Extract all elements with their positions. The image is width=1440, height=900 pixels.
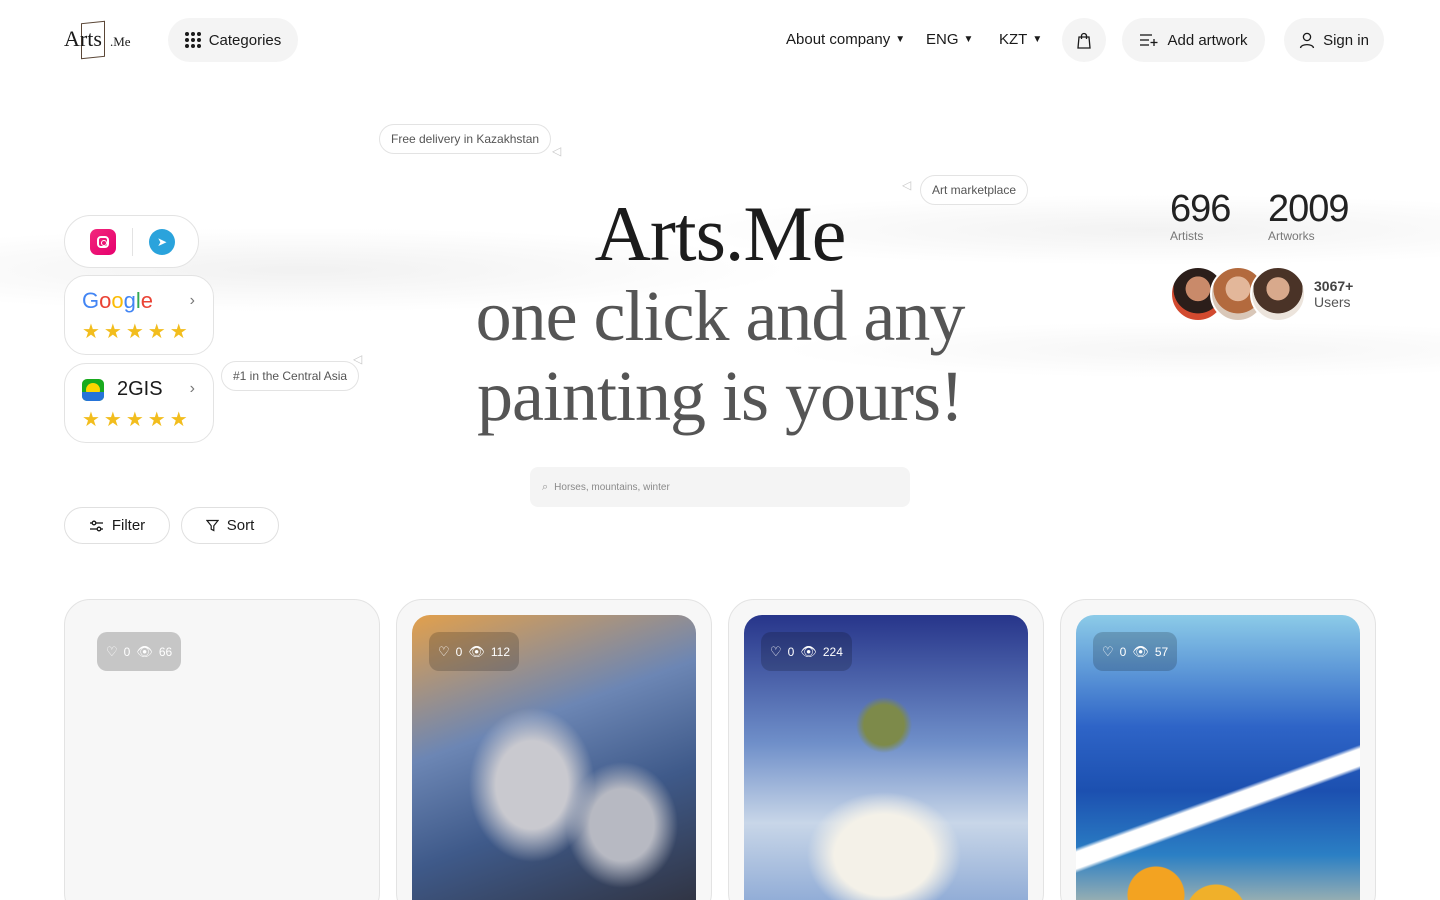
chevron-right-icon: ›: [189, 292, 195, 309]
chevron-right-icon: ›: [189, 380, 195, 397]
heart-icon[interactable]: ♡: [770, 644, 782, 660]
artworks-stat: 2009 Artworks: [1268, 188, 1350, 243]
filter-button[interactable]: Filter: [64, 507, 170, 544]
site-logo[interactable]: Arts .Me: [64, 20, 134, 60]
star-rating: ★★★★★: [82, 409, 192, 431]
google-rating-card[interactable]: Google › ★★★★★: [64, 275, 214, 355]
paper-plane-icon: ◁: [353, 352, 363, 366]
user-avatars: [1170, 266, 1310, 322]
artwork-card[interactable]: ♡ 0 👁︎ 112: [396, 599, 712, 900]
heart-icon[interactable]: ♡: [438, 644, 450, 660]
funnel-icon: [205, 519, 219, 532]
free-delivery-tag: Free delivery in Kazakhstan: [379, 124, 552, 154]
caret-down-icon: ▼: [963, 34, 974, 45]
user-icon: [1299, 32, 1315, 48]
2gis-rating-card[interactable]: 2GIS › ★★★★★: [64, 363, 214, 443]
grid-icon: [184, 32, 201, 48]
currency-select[interactable]: KZT ▼: [999, 31, 1042, 48]
views-count: 224: [822, 644, 843, 659]
artwork-card[interactable]: ♡ 0 👁︎ 57: [1060, 599, 1376, 900]
views-count: 112: [490, 644, 510, 659]
paper-plane-icon: ◁: [552, 144, 562, 158]
users-label: Users: [1314, 294, 1351, 310]
eye-icon: 👁︎: [136, 643, 153, 659]
artwork-card[interactable]: ♡ 0 👁︎ 66: [64, 599, 380, 900]
search-input[interactable]: [554, 481, 875, 493]
users-count: 3067+: [1314, 278, 1354, 294]
hero-heading: Arts.Me one click and any painting is yo…: [420, 190, 1020, 437]
artwork-card[interactable]: ♡ 0 👁︎ 224: [728, 599, 1044, 900]
add-artwork-button[interactable]: Add artwork: [1122, 18, 1265, 62]
add-list-icon: [1140, 34, 1158, 46]
likes-count: 0: [123, 644, 131, 659]
social-links: ➤: [64, 215, 199, 268]
central-asia-text: #1 in the Central Asia: [233, 369, 348, 383]
star-rating: ★★★★★: [82, 321, 192, 343]
views-count: 66: [158, 644, 173, 659]
card-stats: ♡ 0 👁︎ 66: [97, 632, 182, 671]
sliders-icon: [89, 520, 103, 531]
language-select[interactable]: ENG ▼: [926, 31, 973, 48]
filter-label: Filter: [111, 517, 146, 534]
divider: [132, 228, 133, 256]
eye-icon: 👁︎: [1132, 643, 1149, 659]
logo-text: Arts: [64, 26, 102, 51]
2gis-name: 2GIS: [117, 378, 163, 400]
likes-count: 0: [1119, 644, 1127, 659]
hero-subtitle-line1: one click and any: [475, 276, 966, 356]
views-count: 57: [1154, 644, 1169, 659]
central-asia-tag: #1 in the Central Asia: [221, 361, 360, 391]
logo-suffix: .Me: [110, 34, 131, 49]
search-bar[interactable]: ⌕: [530, 467, 910, 507]
sort-button[interactable]: Sort: [181, 507, 279, 544]
language-label: ENG: [926, 31, 959, 48]
caret-down-icon: ▼: [1032, 34, 1043, 45]
google-logo: Google: [82, 288, 154, 313]
sign-in-button[interactable]: Sign in: [1284, 18, 1384, 62]
telegram-icon[interactable]: ➤: [149, 229, 175, 255]
heart-icon[interactable]: ♡: [106, 644, 118, 660]
hero-subtitle-line2: painting is yours!: [477, 356, 964, 436]
avatar: [1250, 266, 1306, 322]
paper-plane-icon: ◁: [902, 178, 912, 192]
likes-count: 0: [787, 644, 795, 659]
cart-button[interactable]: [1062, 18, 1106, 62]
shopping-bag-icon: [1077, 32, 1091, 49]
instagram-icon[interactable]: [90, 229, 116, 255]
categories-button[interactable]: Categories: [168, 18, 298, 62]
artists-stat: 696 Artists: [1170, 188, 1231, 243]
2gis-icon: [82, 379, 104, 401]
users-stat: 3067+ Users: [1314, 278, 1353, 310]
artists-label: Artists: [1170, 229, 1204, 243]
currency-label: KZT: [999, 31, 1028, 48]
artists-count: 696: [1170, 188, 1231, 230]
card-stats: ♡ 0 👁︎ 224: [761, 632, 852, 671]
likes-count: 0: [455, 644, 463, 659]
artworks-count: 2009: [1268, 188, 1350, 230]
hero-title: Arts.Me: [594, 190, 847, 277]
card-stats: ♡ 0 👁︎ 57: [1093, 632, 1178, 671]
caret-down-icon: ▼: [895, 34, 906, 45]
artworks-label: Artworks: [1268, 229, 1315, 243]
eye-icon: 👁︎: [800, 643, 817, 659]
sign-in-label: Sign in: [1323, 31, 1369, 49]
free-delivery-text: Free delivery in Kazakhstan: [391, 132, 540, 146]
card-stats: ♡ 0 👁︎ 112: [429, 632, 519, 671]
categories-label: Categories: [208, 31, 282, 49]
search-icon: ⌕: [542, 480, 549, 493]
heart-icon[interactable]: ♡: [1102, 644, 1114, 660]
add-artwork-label: Add artwork: [1167, 31, 1248, 49]
about-company-menu[interactable]: About company ▼: [786, 31, 905, 48]
eye-icon: 👁︎: [468, 643, 485, 659]
site-header: Arts .Me Categories About company ▼ ENG …: [0, 0, 1440, 80]
sort-label: Sort: [226, 517, 255, 534]
about-company-label: About company: [786, 31, 891, 48]
